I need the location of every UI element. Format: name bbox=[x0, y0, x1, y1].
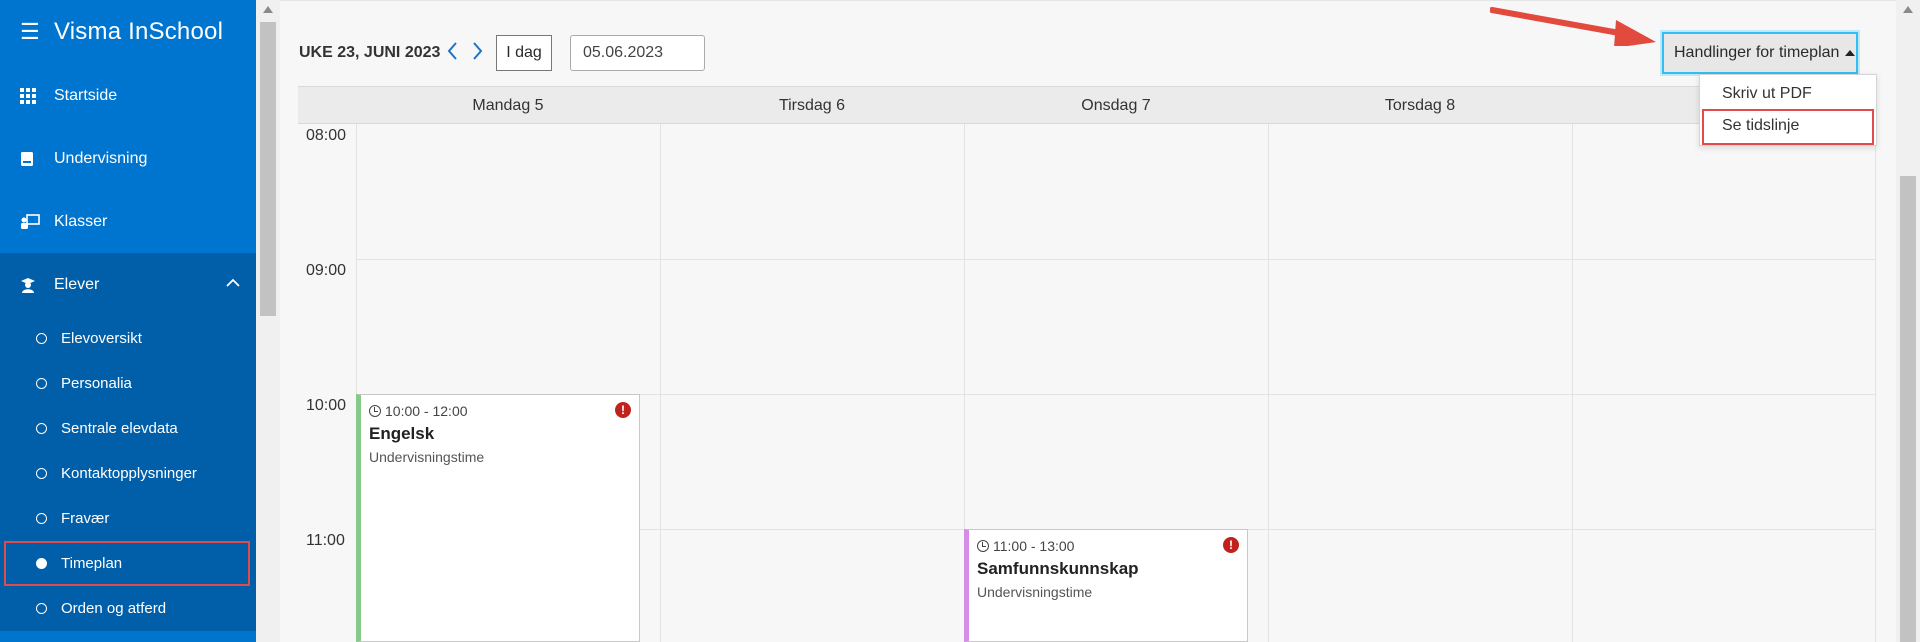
scrollbar-thumb[interactable] bbox=[260, 22, 276, 316]
scroll-up-arrow-icon[interactable] bbox=[1903, 6, 1913, 13]
date-input[interactable]: 05.06.2023 bbox=[570, 35, 705, 71]
day-header: Torsdag 8 bbox=[1384, 97, 1456, 114]
event-subject: Engelsk bbox=[369, 424, 435, 443]
event-kind: Undervisningstime bbox=[977, 584, 1093, 600]
sidebar-item-elever[interactable]: Elever bbox=[0, 253, 256, 316]
sidebar-subitem-personalia[interactable]: Personalia bbox=[0, 361, 256, 406]
radio-circle-icon bbox=[36, 513, 47, 524]
elever-submenu: Elevoversikt Personalia Sentrale elevdat… bbox=[0, 316, 256, 631]
week-label: UKE 23, JUNI 2023 bbox=[299, 44, 441, 61]
sidebar-item-label: Klasser bbox=[54, 212, 108, 230]
radio-filled-icon bbox=[36, 558, 47, 569]
sidebar-subitem-elevoversikt[interactable]: Elevoversikt bbox=[0, 316, 256, 361]
classroom-icon bbox=[20, 213, 54, 230]
sidebar-item-startside[interactable]: Startside bbox=[0, 64, 256, 127]
hamburger-menu-icon[interactable]: ☰ bbox=[20, 19, 54, 45]
sidebar: ☰ Visma InSchool Startside Undervisning … bbox=[0, 0, 256, 642]
sidebar-subitem-label: Elevoversikt bbox=[61, 330, 142, 347]
scroll-up-arrow-icon[interactable] bbox=[263, 6, 273, 13]
left-scrollbar[interactable] bbox=[256, 0, 280, 642]
right-scrollbar[interactable] bbox=[1896, 0, 1920, 642]
menu-item-print-pdf[interactable]: Skriv ut PDF bbox=[1722, 85, 1812, 103]
time-label: 10:00 bbox=[306, 397, 347, 414]
next-week-chevron-icon[interactable] bbox=[472, 41, 484, 65]
radio-circle-icon bbox=[36, 423, 47, 434]
grid-line bbox=[1268, 124, 1269, 642]
sidebar-subitem-label: Kontaktopplysninger bbox=[61, 465, 197, 482]
clock-icon bbox=[369, 405, 381, 417]
schedule-actions-label: Handlinger for timeplan bbox=[1674, 44, 1840, 61]
grid-line bbox=[1875, 124, 1876, 642]
event-time-text: 11:00 - 13:00 bbox=[993, 538, 1075, 554]
sidebar-subitem-sentrale-elevdata[interactable]: Sentrale elevdata bbox=[0, 406, 256, 451]
sidebar-subitem-label: Fravær bbox=[61, 510, 110, 527]
time-label: 08:00 bbox=[306, 127, 347, 144]
sidebar-item-undervisning[interactable]: Undervisning bbox=[0, 127, 256, 190]
sidebar-item-label: Elever bbox=[54, 275, 100, 293]
chevron-up-icon[interactable] bbox=[226, 275, 240, 293]
sidebar-subitem-label: Timeplan bbox=[61, 555, 123, 572]
event-kind: Undervisningstime bbox=[369, 449, 485, 465]
day-header: Mandag 5 bbox=[472, 97, 544, 114]
time-label: 11:00 bbox=[306, 532, 345, 549]
event-subject: Samfunnskunnskap bbox=[977, 559, 1139, 578]
sidebar-item-klasser[interactable]: Klasser bbox=[0, 190, 256, 253]
student-icon bbox=[20, 277, 54, 293]
sidebar-subitem-timeplan[interactable]: Timeplan bbox=[4, 541, 250, 586]
sidebar-subitem-label: Orden og atferd bbox=[61, 600, 167, 617]
prev-week-chevron-icon[interactable] bbox=[446, 41, 458, 65]
week-calendar: Mandag 5 Tirsdag 6 Onsdag 7 Torsdag 8 F … bbox=[298, 86, 1876, 642]
radio-circle-icon bbox=[36, 468, 47, 479]
day-header: Onsdag 7 bbox=[1081, 97, 1151, 114]
today-button[interactable]: I dag bbox=[496, 35, 552, 71]
menu-item-timeline[interactable]: Se tidslinje bbox=[1702, 109, 1874, 145]
book-icon bbox=[20, 151, 54, 167]
annotation-arrow-icon bbox=[1490, 7, 1656, 46]
sidebar-subitem-label: Sentrale elevdata bbox=[61, 420, 178, 437]
brand-header: ☰ Visma InSchool bbox=[0, 0, 256, 64]
sidebar-subitem-label: Personalia bbox=[61, 375, 132, 392]
day-header: Tirsdag 6 bbox=[778, 97, 846, 114]
grid-icon bbox=[20, 87, 54, 104]
grid-line bbox=[356, 259, 1876, 260]
sidebar-item-label: Undervisning bbox=[54, 149, 148, 167]
radio-circle-icon bbox=[36, 378, 47, 389]
grid-line bbox=[660, 124, 661, 642]
warning-icon[interactable]: ! bbox=[615, 402, 631, 418]
event-time: 11:00 - 13:00 bbox=[977, 538, 1074, 554]
sidebar-subitem-fravaer[interactable]: Fravær bbox=[0, 496, 256, 541]
app-title: Visma InSchool bbox=[54, 18, 224, 45]
event-time: 10:00 - 12:00 bbox=[369, 403, 468, 419]
warning-icon[interactable]: ! bbox=[1223, 537, 1239, 553]
caret-up-icon bbox=[1845, 50, 1856, 56]
calendar-event-samfunnskunnskap[interactable]: 11:00 - 13:00 Samfunnskunnskap Undervisn… bbox=[964, 529, 1248, 642]
sidebar-item-label: Startside bbox=[54, 86, 118, 104]
sidebar-subitem-orden-og-atferd[interactable]: Orden og atferd bbox=[0, 586, 256, 631]
sidebar-subitem-kontaktopplysninger[interactable]: Kontaktopplysninger bbox=[0, 451, 256, 496]
grid-line bbox=[1572, 124, 1573, 642]
calendar-event-engelsk[interactable]: 10:00 - 12:00 Engelsk Undervisningstime … bbox=[356, 394, 640, 642]
clock-icon bbox=[977, 540, 989, 552]
radio-circle-icon bbox=[36, 333, 47, 344]
time-label: 09:00 bbox=[306, 262, 347, 279]
day-header-row: Mandag 5 Tirsdag 6 Onsdag 7 Torsdag 8 F bbox=[298, 86, 1876, 124]
radio-circle-icon bbox=[36, 603, 47, 614]
schedule-actions-button[interactable]: Handlinger for timeplan bbox=[1662, 32, 1858, 74]
scrollbar-thumb[interactable] bbox=[1900, 176, 1916, 642]
schedule-actions-menu: Skriv ut PDF Se tidslinje bbox=[1699, 74, 1877, 146]
event-time-text: 10:00 - 12:00 bbox=[385, 403, 468, 419]
